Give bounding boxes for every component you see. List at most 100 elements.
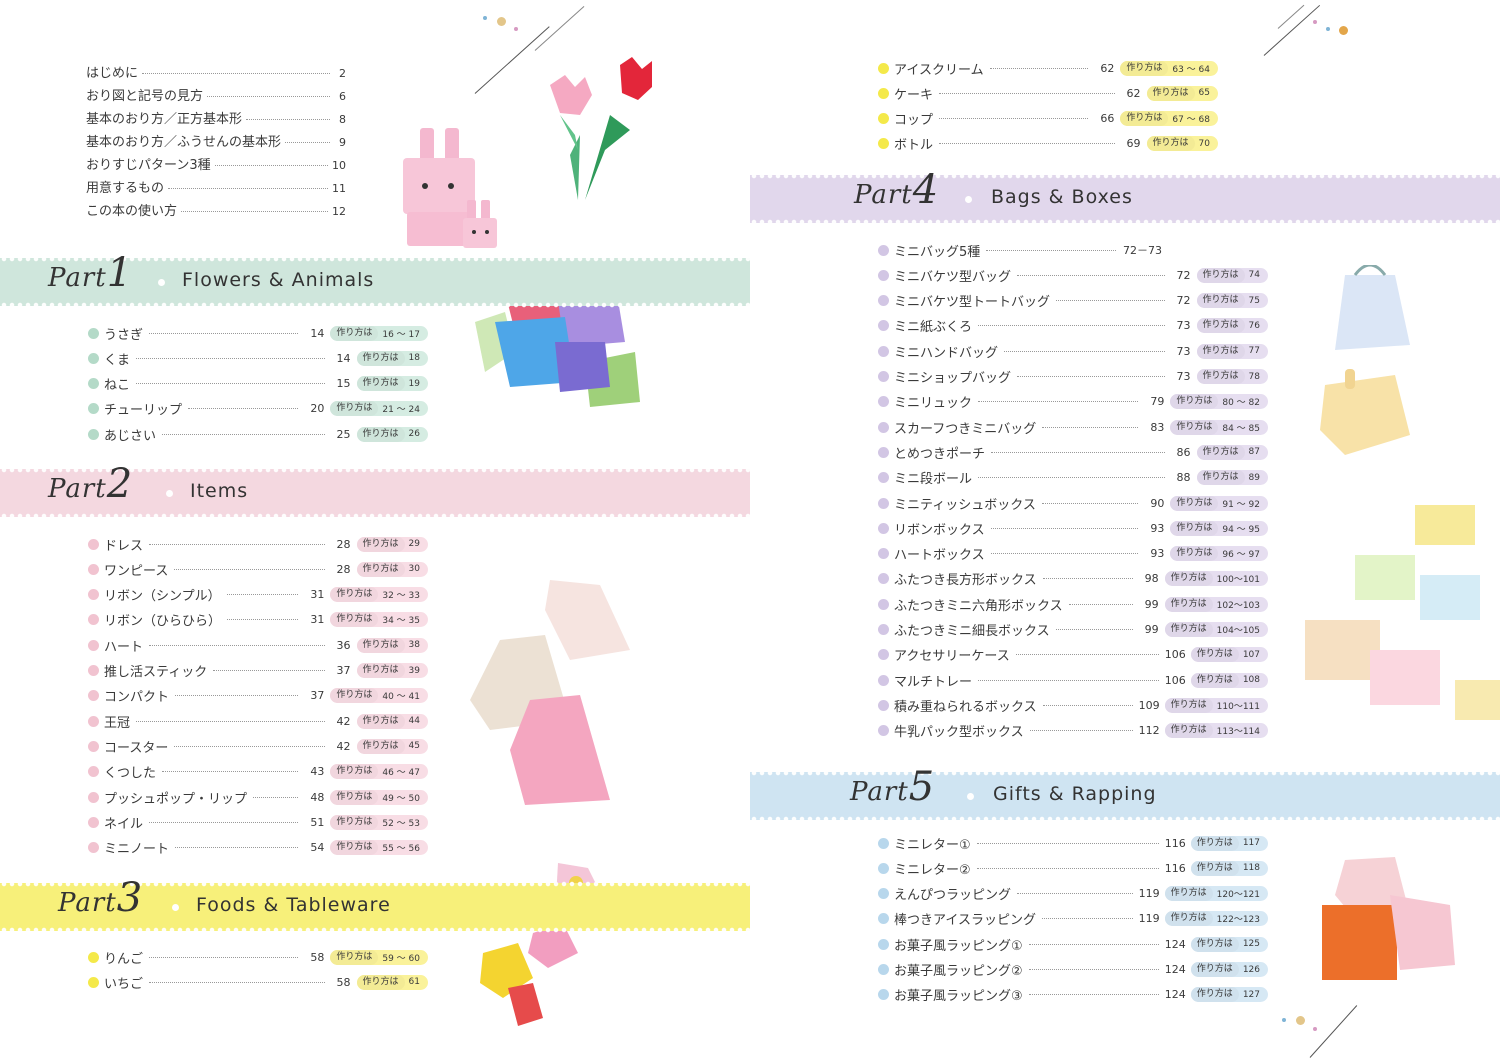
toc-entry[interactable]: チューリップ 20 作り方は 21 ～ 24: [88, 399, 428, 419]
toc-entry[interactable]: リボン（ひらひら） 31 作り方は 34 ～ 35: [88, 610, 428, 630]
how-to-badge[interactable]: 作り方は 29: [356, 536, 428, 552]
how-to-badge[interactable]: [1168, 243, 1268, 258]
toc-entry[interactable]: くつした 43 作り方は 46 ～ 47: [88, 762, 428, 782]
how-to-badge[interactable]: 作り方は 118: [1190, 860, 1268, 876]
toc-entry[interactable]: アイスクリーム 62 作り方は 63 ～ 64: [878, 58, 1218, 78]
toc-entry[interactable]: くま 14 作り方は 18: [88, 348, 428, 368]
how-to-badge[interactable]: 作り方は 127: [1190, 987, 1268, 1003]
toc-entry[interactable]: ミニリュック 79 作り方は 80 ～ 82: [878, 392, 1268, 412]
how-to-badge[interactable]: 作り方は 49 ～ 50: [330, 789, 428, 805]
how-to-badge[interactable]: 作り方は 91 ～ 92: [1170, 495, 1268, 511]
toc-entry[interactable]: 王冠 42 作り方は 44: [88, 711, 428, 731]
how-to-badge[interactable]: 作り方は 78: [1196, 369, 1268, 384]
how-to-badge[interactable]: 作り方は 19: [356, 376, 428, 392]
toc-entry[interactable]: コースター 42 作り方は 45: [88, 736, 428, 756]
toc-entry[interactable]: ハート 36 作り方は 38: [88, 635, 428, 655]
how-to-badge[interactable]: 作り方は 46 ～ 47: [330, 764, 428, 780]
intro-row[interactable]: はじめに 2: [86, 62, 346, 85]
toc-entry[interactable]: マルチトレー 106 作り方は 108: [878, 670, 1268, 690]
toc-entry[interactable]: いちご 58 作り方は 61: [88, 972, 428, 992]
toc-entry[interactable]: あじさい 25 作り方は 26: [88, 424, 428, 444]
how-to-badge[interactable]: 作り方は 96 ～ 97: [1170, 546, 1268, 562]
how-to-badge[interactable]: 作り方は 70: [1146, 136, 1218, 152]
how-to-badge[interactable]: 作り方は 39: [356, 663, 428, 678]
toc-entry[interactable]: リボン（シンプル） 31 作り方は 32 ～ 33: [88, 585, 428, 605]
how-to-badge[interactable]: 作り方は 52 ～ 53: [330, 814, 428, 830]
toc-entry[interactable]: アクセサリーケース 106 作り方は 107: [878, 645, 1268, 665]
toc-entry[interactable]: りんご 58 作り方は 59 ～ 60: [88, 947, 428, 967]
toc-entry[interactable]: 推し活スティック 37 作り方は 39: [88, 661, 428, 681]
how-to-badge[interactable]: 作り方は 104～105: [1164, 622, 1268, 637]
how-to-badge[interactable]: 作り方は 26: [356, 426, 428, 442]
toc-entry[interactable]: ドレス 28 作り方は 29: [88, 534, 428, 554]
how-to-badge[interactable]: 作り方は 77: [1196, 343, 1268, 359]
how-to-badge[interactable]: 作り方は 45: [356, 738, 428, 754]
how-to-badge[interactable]: 作り方は 63 ～ 64: [1120, 60, 1218, 76]
toc-entry[interactable]: ミニレター① 116 作り方は 117: [878, 833, 1268, 853]
how-to-badge[interactable]: 作り方は 117: [1190, 835, 1268, 851]
intro-row[interactable]: 用意するもの 11: [86, 177, 346, 200]
toc-entry[interactable]: ワンピース 28 作り方は 30: [88, 559, 428, 579]
toc-entry[interactable]: ミニレター② 116 作り方は 118: [878, 858, 1268, 878]
how-to-badge[interactable]: 作り方は 32 ～ 33: [330, 587, 428, 603]
how-to-badge[interactable]: 作り方は 34 ～ 35: [330, 612, 428, 628]
how-to-badge[interactable]: 作り方は 87: [1196, 444, 1268, 460]
toc-entry[interactable]: ふたつき長方形ボックス 98 作り方は 100～101: [878, 569, 1268, 589]
toc-entry[interactable]: お菓子風ラッピング② 124 作り方は 126: [878, 960, 1268, 980]
how-to-badge[interactable]: 作り方は 89: [1196, 470, 1268, 486]
toc-entry[interactable]: 棒つきアイスラッピング 119 作り方は 122～123: [878, 909, 1268, 929]
intro-row[interactable]: おりすじパターン3種 10: [86, 154, 346, 177]
how-to-badge[interactable]: 作り方は 108: [1190, 672, 1268, 688]
how-to-badge[interactable]: 作り方は 100～101: [1164, 571, 1268, 587]
toc-entry[interactable]: リボンボックス 93 作り方は 94 ～ 95: [878, 518, 1268, 538]
toc-entry[interactable]: コップ 66 作り方は 67 ～ 68: [878, 109, 1218, 129]
intro-row[interactable]: 基本のおり方／ふうせんの基本形 9: [86, 131, 346, 154]
toc-entry[interactable]: うさぎ 14 作り方は 16 ～ 17: [88, 323, 428, 343]
how-to-badge[interactable]: 作り方は 102～103: [1164, 596, 1268, 612]
intro-row[interactable]: おり図と記号の見方 6: [86, 85, 346, 108]
toc-entry[interactable]: ふたつきミニ六角形ボックス 99 作り方は 102～103: [878, 594, 1268, 614]
toc-entry[interactable]: ネイル 51 作り方は 52 ～ 53: [88, 812, 428, 832]
how-to-badge[interactable]: 作り方は 76: [1196, 318, 1268, 334]
how-to-badge[interactable]: 作り方は 44: [356, 713, 428, 729]
how-to-badge[interactable]: 作り方は 120～121: [1164, 886, 1268, 902]
toc-entry[interactable]: ミニ段ボール 88 作り方は 89: [878, 468, 1268, 488]
how-to-badge[interactable]: 作り方は 67 ～ 68: [1120, 111, 1218, 127]
how-to-badge[interactable]: 作り方は 110～111: [1164, 697, 1268, 713]
toc-entry[interactable]: ミニバケツ型トートバッグ 72 作り方は 75: [878, 291, 1268, 311]
how-to-badge[interactable]: 作り方は 74: [1196, 267, 1268, 283]
intro-row[interactable]: 基本のおり方／正方基本形 8: [86, 108, 346, 131]
how-to-badge[interactable]: 作り方は 107: [1190, 647, 1268, 663]
toc-entry[interactable]: ミニショップバッグ 73 作り方は 78: [878, 367, 1268, 387]
toc-entry[interactable]: ふたつきミニ細長ボックス 99 作り方は 104～105: [878, 620, 1268, 640]
how-to-badge[interactable]: 作り方は 113～114: [1164, 723, 1268, 739]
toc-entry[interactable]: お菓子風ラッピング① 124 作り方は 125: [878, 934, 1268, 954]
how-to-badge[interactable]: 作り方は 80 ～ 82: [1170, 394, 1268, 410]
how-to-badge[interactable]: 作り方は 125: [1190, 936, 1268, 952]
toc-entry[interactable]: ミニバケツ型バッグ 72 作り方は 74: [878, 265, 1268, 285]
how-to-badge[interactable]: 作り方は 75: [1196, 293, 1268, 309]
how-to-badge[interactable]: 作り方は 21 ～ 24: [330, 401, 428, 417]
toc-entry[interactable]: スカーフつきミニバッグ 83 作り方は 84 ～ 85: [878, 417, 1268, 437]
how-to-badge[interactable]: 作り方は 65: [1146, 85, 1218, 101]
how-to-badge[interactable]: 作り方は 94 ～ 95: [1170, 520, 1268, 536]
toc-entry[interactable]: ミニティッシュボックス 90 作り方は 91 ～ 92: [878, 493, 1268, 513]
toc-entry[interactable]: プッシュポップ・リップ 48 作り方は 49 ～ 50: [88, 787, 428, 807]
toc-entry[interactable]: ハートボックス 93 作り方は 96 ～ 97: [878, 544, 1268, 564]
how-to-badge[interactable]: 作り方は 59 ～ 60: [330, 949, 428, 965]
toc-entry[interactable]: えんぴつラッピング 119 作り方は 120～121: [878, 884, 1268, 904]
toc-entry[interactable]: お菓子風ラッピング③ 124 作り方は 127: [878, 985, 1268, 1005]
intro-row[interactable]: この本の使い方 12: [86, 200, 346, 223]
toc-entry[interactable]: 積み重ねられるボックス 109 作り方は 110～111: [878, 695, 1268, 715]
how-to-badge[interactable]: 作り方は 40 ～ 41: [330, 688, 428, 704]
how-to-badge[interactable]: 作り方は 84 ～ 85: [1170, 419, 1268, 435]
toc-entry[interactable]: ミニバッグ5種 72－73: [878, 240, 1268, 260]
toc-entry[interactable]: コンパクト 37 作り方は 40 ～ 41: [88, 686, 428, 706]
toc-entry[interactable]: 牛乳パック型ボックス 112 作り方は 113～114: [878, 721, 1268, 741]
how-to-badge[interactable]: 作り方は 55 ～ 56: [330, 840, 428, 856]
toc-entry[interactable]: ミニ紙ぶくろ 73 作り方は 76: [878, 316, 1268, 336]
how-to-badge[interactable]: 作り方は 126: [1190, 962, 1268, 977]
how-to-badge[interactable]: 作り方は 18: [356, 350, 428, 366]
how-to-badge[interactable]: 作り方は 122～123: [1164, 911, 1268, 927]
toc-entry[interactable]: とめつきポーチ 86 作り方は 87: [878, 442, 1268, 462]
